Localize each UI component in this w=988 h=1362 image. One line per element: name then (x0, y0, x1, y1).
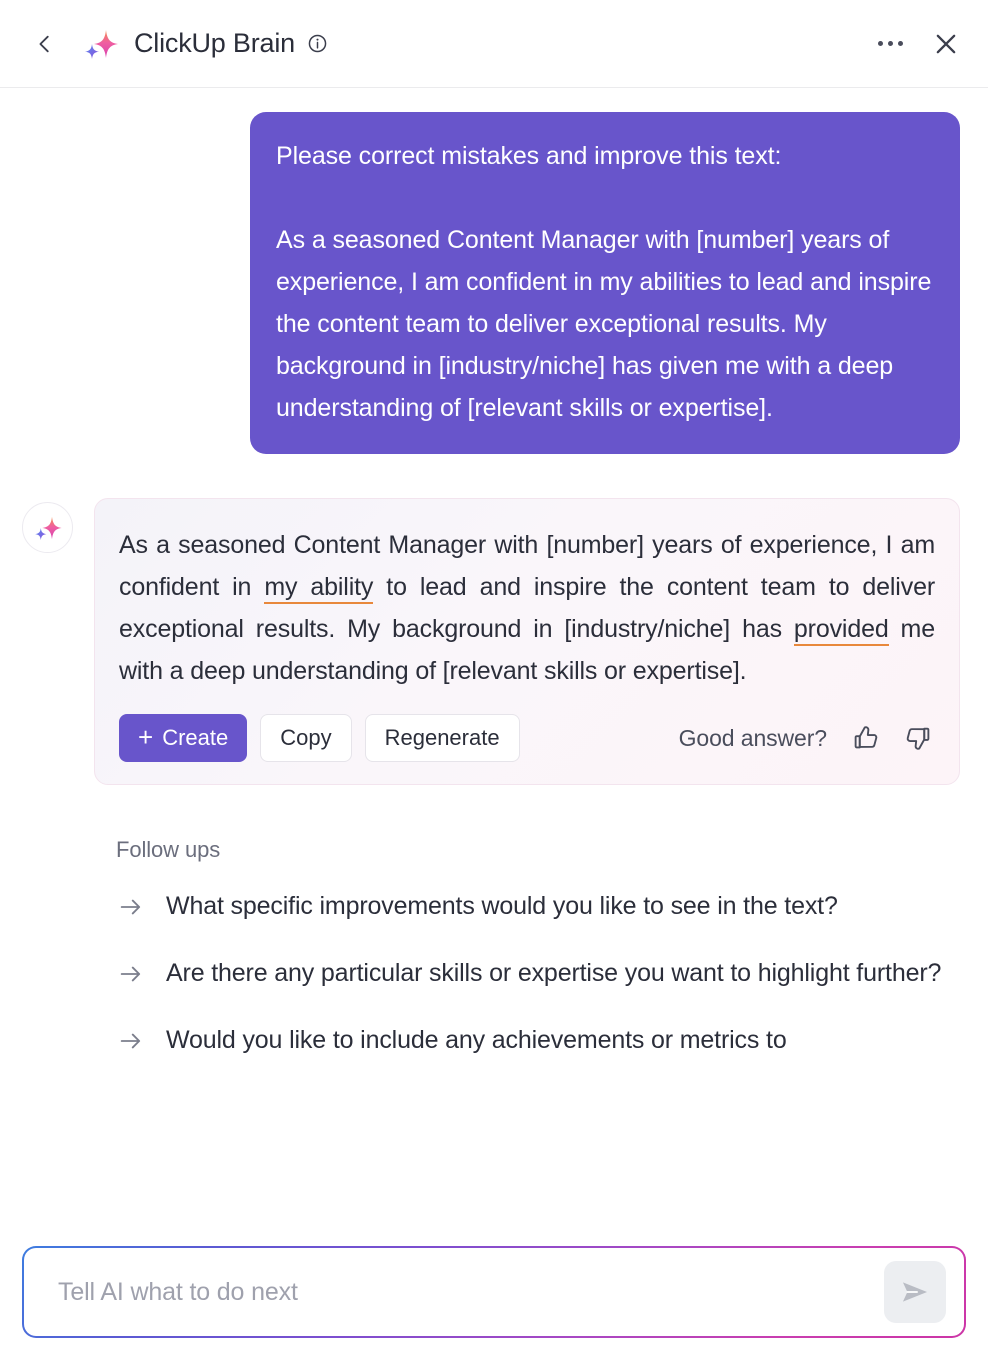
conversation-area: Please correct mistakes and improve this… (0, 88, 988, 1362)
avatar (22, 502, 73, 553)
clickup-brain-window: ClickUp Brain Please correct mistakes an… (0, 0, 988, 1362)
info-circle-icon-glyph (309, 34, 327, 53)
ellipsis-icon (897, 41, 903, 46)
page-title: ClickUp Brain (134, 28, 295, 58)
ellipsis-icon (877, 41, 883, 46)
sparkle-icon (80, 23, 122, 65)
send-icon (902, 1282, 928, 1302)
chevron-left-icon (39, 35, 49, 52)
followup-label: Would you like to include any achievemen… (166, 1026, 787, 1054)
thumbs-up-button[interactable] (849, 721, 883, 755)
followups-title: Follow ups (116, 837, 221, 862)
regenerate-button[interactable]: Regenerate (364, 714, 520, 762)
feedback-group: Good answer? (679, 721, 935, 755)
followup-item[interactable]: What specific improvements would you lik… (116, 889, 960, 924)
sparkle-icon-glyph (85, 29, 118, 59)
followup-label: Are there any particular skills or exper… (166, 959, 942, 987)
create-button[interactable]: + Create (119, 714, 248, 762)
followup-item[interactable]: Would you like to include any achievemen… (116, 1023, 960, 1058)
thumbs-down-icon (906, 727, 930, 750)
more-options-button[interactable] (874, 28, 906, 60)
copy-button[interactable]: Copy (260, 714, 352, 762)
arrow-right-icon-glyph (120, 1033, 141, 1048)
plus-icon: + (138, 722, 154, 752)
create-button-label: Create (162, 725, 229, 750)
assistant-response-text: As a seasoned Content Manager with [numb… (119, 524, 935, 692)
sparkle-icon (34, 516, 62, 540)
followups-section: Follow ups What specific improvements wo… (0, 785, 988, 1058)
thumbs-down-button[interactable] (901, 721, 935, 755)
regenerate-button-label: Regenerate (384, 725, 500, 750)
composer-inner (24, 1248, 964, 1336)
correction-highlight: my ability (264, 573, 373, 604)
arrow-right-icon (116, 892, 146, 922)
assistant-response-card: As a seasoned Content Manager with [numb… (94, 498, 960, 785)
arrow-right-icon-glyph (120, 899, 141, 914)
composer-bar (0, 1232, 988, 1362)
header-actions (874, 28, 962, 60)
copy-button-label: Copy (280, 725, 332, 750)
followup-item[interactable]: Are there any particular skills or exper… (116, 956, 960, 991)
user-message-line-1: Please correct mistakes and improve this… (276, 142, 782, 170)
feedback-label: Good answer? (678, 724, 827, 751)
app-header: ClickUp Brain (0, 0, 988, 88)
user-message-line-2: As a seasoned Content Manager with [numb… (276, 226, 932, 422)
close-icon (936, 34, 956, 53)
chat-input[interactable] (58, 1277, 884, 1307)
ellipsis-icon (887, 41, 893, 46)
arrow-right-icon (116, 959, 146, 989)
back-button[interactable] (28, 27, 62, 61)
thumbs-up-icon (854, 726, 878, 749)
user-message-bubble: Please correct mistakes and improve this… (250, 112, 960, 454)
followup-label: What specific improvements would you lik… (166, 892, 838, 920)
user-message-row: Please correct mistakes and improve this… (0, 88, 988, 454)
arrow-right-icon-glyph (120, 966, 141, 981)
close-button[interactable] (930, 28, 962, 60)
assistant-message-row: As a seasoned Content Manager with [numb… (0, 454, 988, 785)
composer-gradient-border (22, 1246, 966, 1338)
correction-highlight: provided (793, 615, 889, 646)
response-action-bar: + Create Copy Regenerate Good answer? (119, 714, 935, 762)
send-button[interactable] (884, 1261, 946, 1323)
info-circle-icon[interactable] (307, 33, 329, 55)
arrow-right-icon (116, 1026, 146, 1056)
